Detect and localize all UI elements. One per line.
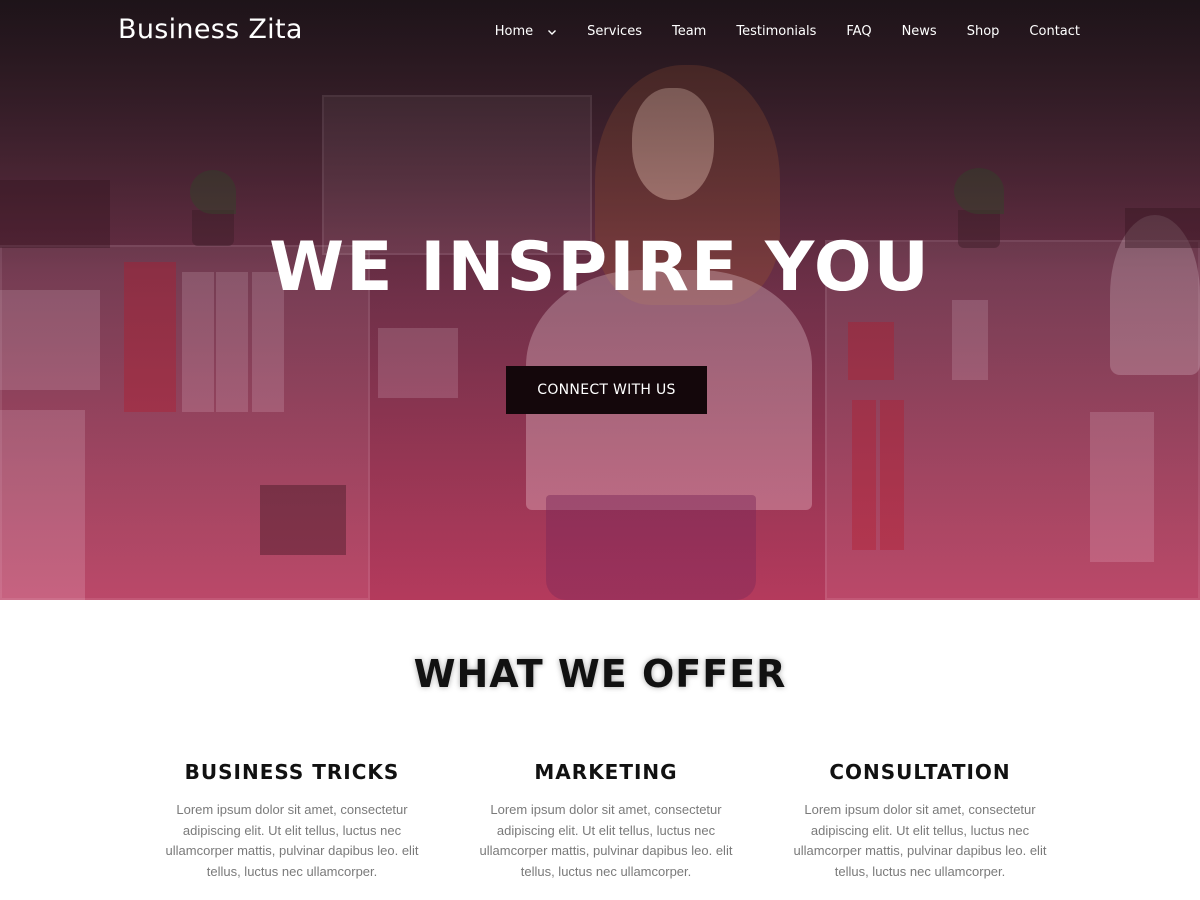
nav-item-services[interactable]: Services bbox=[587, 24, 642, 39]
nav-item-news[interactable]: News bbox=[902, 24, 937, 39]
nav-item-label: FAQ bbox=[846, 24, 872, 39]
nav-item-label: Shop bbox=[966, 24, 1000, 39]
main-navigation: Home Services Team Testimonials FAQ News… bbox=[495, 24, 1080, 39]
site-logo[interactable]: Business Zita bbox=[118, 14, 303, 45]
nav-item-home[interactable]: Home bbox=[495, 24, 557, 39]
nav-item-label: Contact bbox=[1029, 24, 1080, 39]
nav-item-faq[interactable]: FAQ bbox=[846, 24, 871, 39]
offer-card-text: Lorem ipsum dolor sit amet, consectetur … bbox=[479, 802, 733, 879]
nav-item-contact[interactable]: Contact bbox=[1029, 24, 1080, 39]
nav-item-label: Home bbox=[494, 24, 534, 39]
chevron-down-icon[interactable] bbox=[547, 27, 557, 37]
nav-item-team[interactable]: Team bbox=[672, 24, 706, 39]
nav-item-label: Team bbox=[671, 24, 707, 39]
offer-card-business-tricks: BUSINESS TRICKS Lorem ipsum dolor sit am… bbox=[162, 758, 422, 882]
offer-card-title: CONSULTATION bbox=[829, 760, 1011, 784]
offer-card-text: Lorem ipsum dolor sit amet, consectetur … bbox=[165, 802, 419, 879]
connect-button[interactable]: CONNECT WITH US bbox=[506, 366, 707, 414]
nav-item-label: Testimonials bbox=[736, 24, 817, 39]
offer-card-marketing: MARKETING Lorem ipsum dolor sit amet, co… bbox=[476, 758, 736, 882]
offer-card-consultation: CONSULTATION Lorem ipsum dolor sit amet,… bbox=[790, 758, 1050, 882]
offer-card-title: MARKETING bbox=[534, 760, 678, 784]
hero-title: WE INSPIRE YOU bbox=[269, 228, 931, 307]
nav-item-label: Services bbox=[587, 24, 642, 39]
nav-item-shop[interactable]: Shop bbox=[967, 24, 1000, 39]
section-title: WHAT WE OFFER bbox=[413, 652, 787, 696]
nav-item-label: News bbox=[901, 24, 937, 39]
offer-card-text: Lorem ipsum dolor sit amet, consectetur … bbox=[793, 802, 1047, 879]
nav-item-testimonials[interactable]: Testimonials bbox=[736, 24, 816, 39]
offer-card-title: BUSINESS TRICKS bbox=[184, 760, 400, 784]
hero-section: Business Zita Home Services Team Testimo… bbox=[0, 0, 1200, 600]
